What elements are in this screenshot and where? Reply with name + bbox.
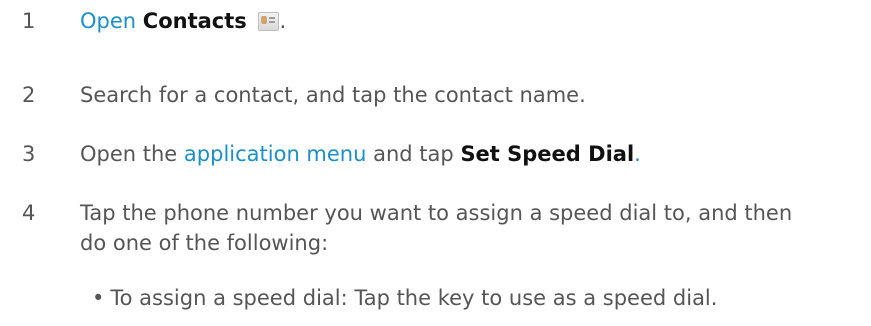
set-speed-dial-label: Set Speed Dial bbox=[460, 142, 635, 166]
open-link[interactable]: Open bbox=[80, 9, 136, 33]
step-text-middle: and tap bbox=[373, 142, 454, 166]
application-menu-link[interactable]: application menu bbox=[184, 142, 367, 166]
contacts-app-icon bbox=[257, 11, 280, 31]
step-text: Open Contacts . bbox=[80, 6, 840, 36]
step-text-line1: Tap the phone number you want to assign … bbox=[80, 201, 793, 225]
bullet-marker: • bbox=[92, 286, 105, 310]
step-number: 3 bbox=[22, 142, 36, 166]
contacts-app-name: Contacts bbox=[142, 9, 247, 33]
step-text: Open the application menu and tap Set Sp… bbox=[80, 139, 840, 169]
step-text: Tap the phone number you want to assign … bbox=[80, 198, 840, 258]
period: . bbox=[634, 142, 641, 166]
bullet-text: To assign a speed dial: Tap the key to u… bbox=[110, 286, 718, 310]
bullet-item: • To assign a speed dial: Tap the key to … bbox=[92, 283, 852, 313]
step-number: 1 bbox=[22, 9, 36, 33]
step-text: Search for a contact, and tap the contac… bbox=[80, 83, 586, 107]
period: . bbox=[279, 9, 287, 33]
step-text-line2: do one of the following: bbox=[80, 231, 329, 255]
step-number: 2 bbox=[22, 83, 36, 107]
step-number: 4 bbox=[22, 201, 36, 225]
step-text-before: Open the bbox=[80, 142, 178, 166]
